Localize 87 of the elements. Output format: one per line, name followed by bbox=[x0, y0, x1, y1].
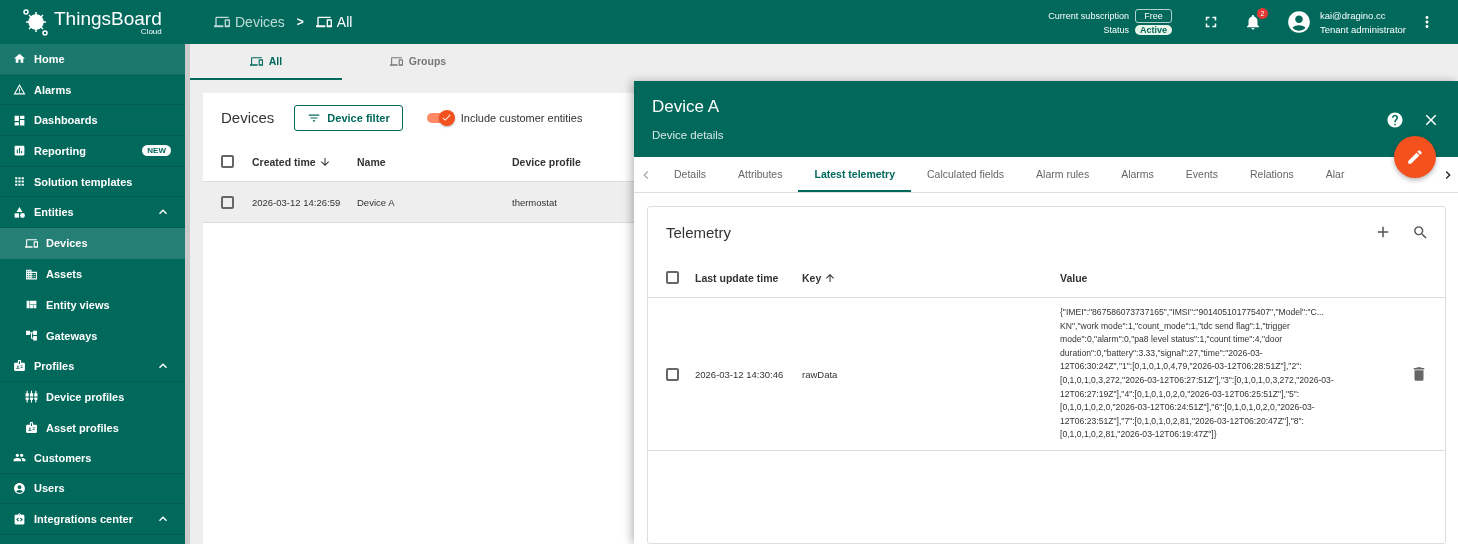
logo-icon bbox=[22, 8, 50, 36]
column-header[interactable]: Name bbox=[357, 155, 512, 168]
breadcrumb-link[interactable]: Devices bbox=[235, 14, 285, 30]
panel-title: Device A bbox=[652, 97, 721, 117]
help-icon[interactable] bbox=[1386, 111, 1404, 129]
brand-subtitle: Cloud bbox=[140, 27, 162, 36]
panel-subtitle: Device details bbox=[652, 129, 725, 141]
checkbox[interactable] bbox=[666, 367, 679, 381]
grid-icon bbox=[13, 175, 26, 189]
new-badge: NEW bbox=[142, 145, 171, 157]
search-icon[interactable] bbox=[1412, 223, 1429, 241]
sidebar-item[interactable]: Customers bbox=[0, 442, 185, 474]
status-badge: Active bbox=[1134, 25, 1172, 35]
arrow-down-icon[interactable] bbox=[318, 155, 331, 168]
detail-tab[interactable]: Alarm rules bbox=[1020, 157, 1106, 192]
shapes-icon bbox=[13, 205, 26, 219]
user-email: kai@dragino.cc bbox=[1319, 9, 1387, 21]
sidebar-item[interactable]: Profiles bbox=[0, 350, 185, 382]
check-icon bbox=[441, 112, 453, 123]
plan-badge: Free bbox=[1134, 9, 1172, 23]
table-cell-text: Device A bbox=[357, 196, 396, 208]
detail-tab[interactable]: Attributes bbox=[722, 157, 799, 192]
checkbox[interactable] bbox=[221, 155, 234, 168]
sidebar-item[interactable]: Reporting NEW bbox=[0, 136, 185, 167]
dashboard-icon bbox=[13, 113, 26, 127]
column-header[interactable]: Created time bbox=[234, 155, 357, 168]
table-cell-text: rawData bbox=[802, 368, 839, 380]
detail-tab[interactable]: Alarms bbox=[1105, 157, 1170, 192]
code-icon bbox=[13, 512, 26, 526]
avatar-icon[interactable] bbox=[1285, 9, 1312, 35]
sidebar-item[interactable]: Users bbox=[0, 473, 185, 505]
brand-name: ThingsBoard bbox=[54, 8, 162, 28]
sidebar-item[interactable]: Home bbox=[0, 44, 185, 75]
sidebar-item[interactable]: Alarms bbox=[0, 74, 185, 106]
devices-icon bbox=[249, 54, 263, 68]
breadcrumb-link[interactable]: All bbox=[336, 14, 353, 30]
sidebar-item[interactable]: Entities bbox=[0, 197, 185, 229]
badge-icon bbox=[25, 421, 38, 435]
building-icon bbox=[25, 267, 38, 281]
view-tab[interactable]: All bbox=[190, 44, 342, 80]
detail-tab[interactable]: Calculated fields bbox=[911, 157, 1021, 192]
sidebar-item[interactable]: Solution templates bbox=[0, 166, 185, 198]
chart-icon bbox=[13, 144, 26, 158]
sidebar-item[interactable]: Asset profiles bbox=[0, 412, 185, 443]
table-cell-text: 2026-03-12 14:30:46 bbox=[694, 368, 785, 380]
arrow-up-icon[interactable] bbox=[824, 271, 837, 284]
sidebar-item[interactable]: Gateways bbox=[0, 320, 185, 351]
column-header[interactable]: Device profile bbox=[512, 155, 632, 168]
tree-icon bbox=[25, 329, 38, 343]
devices-icon bbox=[389, 54, 403, 68]
sidebar-item[interactable]: Device profiles bbox=[0, 381, 185, 413]
sidebar-item[interactable]: Assets bbox=[0, 258, 185, 290]
pencil-icon bbox=[1406, 148, 1424, 166]
sidebar-item[interactable]: Dashboards bbox=[0, 105, 185, 137]
checkbox[interactable] bbox=[221, 195, 234, 209]
detail-tab[interactable]: Details bbox=[658, 157, 723, 192]
status-label: Status bbox=[1103, 25, 1129, 35]
subscription-label: Current subscription bbox=[1048, 11, 1129, 21]
column-header[interactable]: Last update time bbox=[679, 271, 802, 284]
detail-tab[interactable]: Relations bbox=[1233, 157, 1310, 192]
detail-tab[interactable]: Events bbox=[1169, 157, 1234, 192]
sidebar-item[interactable]: Devices bbox=[0, 228, 185, 259]
edit-button[interactable] bbox=[1394, 136, 1436, 178]
breadcrumb-separator: > bbox=[296, 15, 304, 29]
devices-icon bbox=[214, 14, 230, 30]
card-title: Telemetry bbox=[666, 223, 733, 241]
device-filter-button[interactable]: Device filter bbox=[294, 104, 403, 131]
user-role: Tenant administrator bbox=[1319, 23, 1406, 35]
devices-icon bbox=[25, 236, 38, 250]
toggle-label: Include customer entities bbox=[460, 111, 583, 124]
view-tab[interactable]: Groups bbox=[342, 44, 494, 80]
table-cell-text: thermostat bbox=[512, 196, 558, 208]
table-cell-text: 2026-03-12 14:26:59 bbox=[251, 196, 342, 208]
sidebar-item[interactable]: Entity views bbox=[0, 289, 185, 321]
warning-icon bbox=[13, 83, 26, 97]
card-title: Devices bbox=[221, 109, 275, 126]
sidebar-item[interactable]: Integrations center bbox=[0, 504, 185, 535]
home-icon bbox=[13, 52, 26, 66]
devices-icon bbox=[315, 14, 332, 30]
column-header[interactable]: Value bbox=[1060, 271, 1380, 284]
column-header[interactable]: Key bbox=[802, 271, 1060, 284]
detail-tab[interactable]: Alar bbox=[1309, 157, 1361, 192]
checkbox[interactable] bbox=[666, 271, 679, 284]
table-cell-text: {"IMEI":"867586073737165","IMSI":"901405101775407","Model":"C... KN","work mode":1,"count_mode":1,"tdc send flag":1,"trigger mode":0,"alarm":0,"pa8 level status":1,"count time":4,"door duration":0,"battery":3.33,"signal":27,"time":"2026-03- 12T06:30:24Z","1":[0,1,0,1,0,4,79,"2026-03-12T06:28:51Z"],"2": [0,1,0,1,0,3,272,"2026-03-12T06:27:51Z"],"3":[0,1,0,1,0,3,272,"2026-03- 12T06:27:19Z"],"4":[0,1,0,1,0,2,0,"2026-03-12T06:25:51Z"],"5": [0,1,0,1,0,2,0,"2026-03-12T06:24:51Z"],"6":[0,1,0,1,0,2,0,"2026-03- 12T06:23:51Z"],"7":[0,1,0,1,0,2,81,"2026-03-12T06:20:47Z"],"8": [0,1,0,1,0,2,81,"2026-03-12T06:19:47Z"]} bbox=[1060, 306, 1335, 442]
badge-icon bbox=[13, 359, 26, 373]
detail-tab[interactable]: Latest telemetry bbox=[798, 157, 911, 192]
user-icon bbox=[13, 481, 26, 495]
